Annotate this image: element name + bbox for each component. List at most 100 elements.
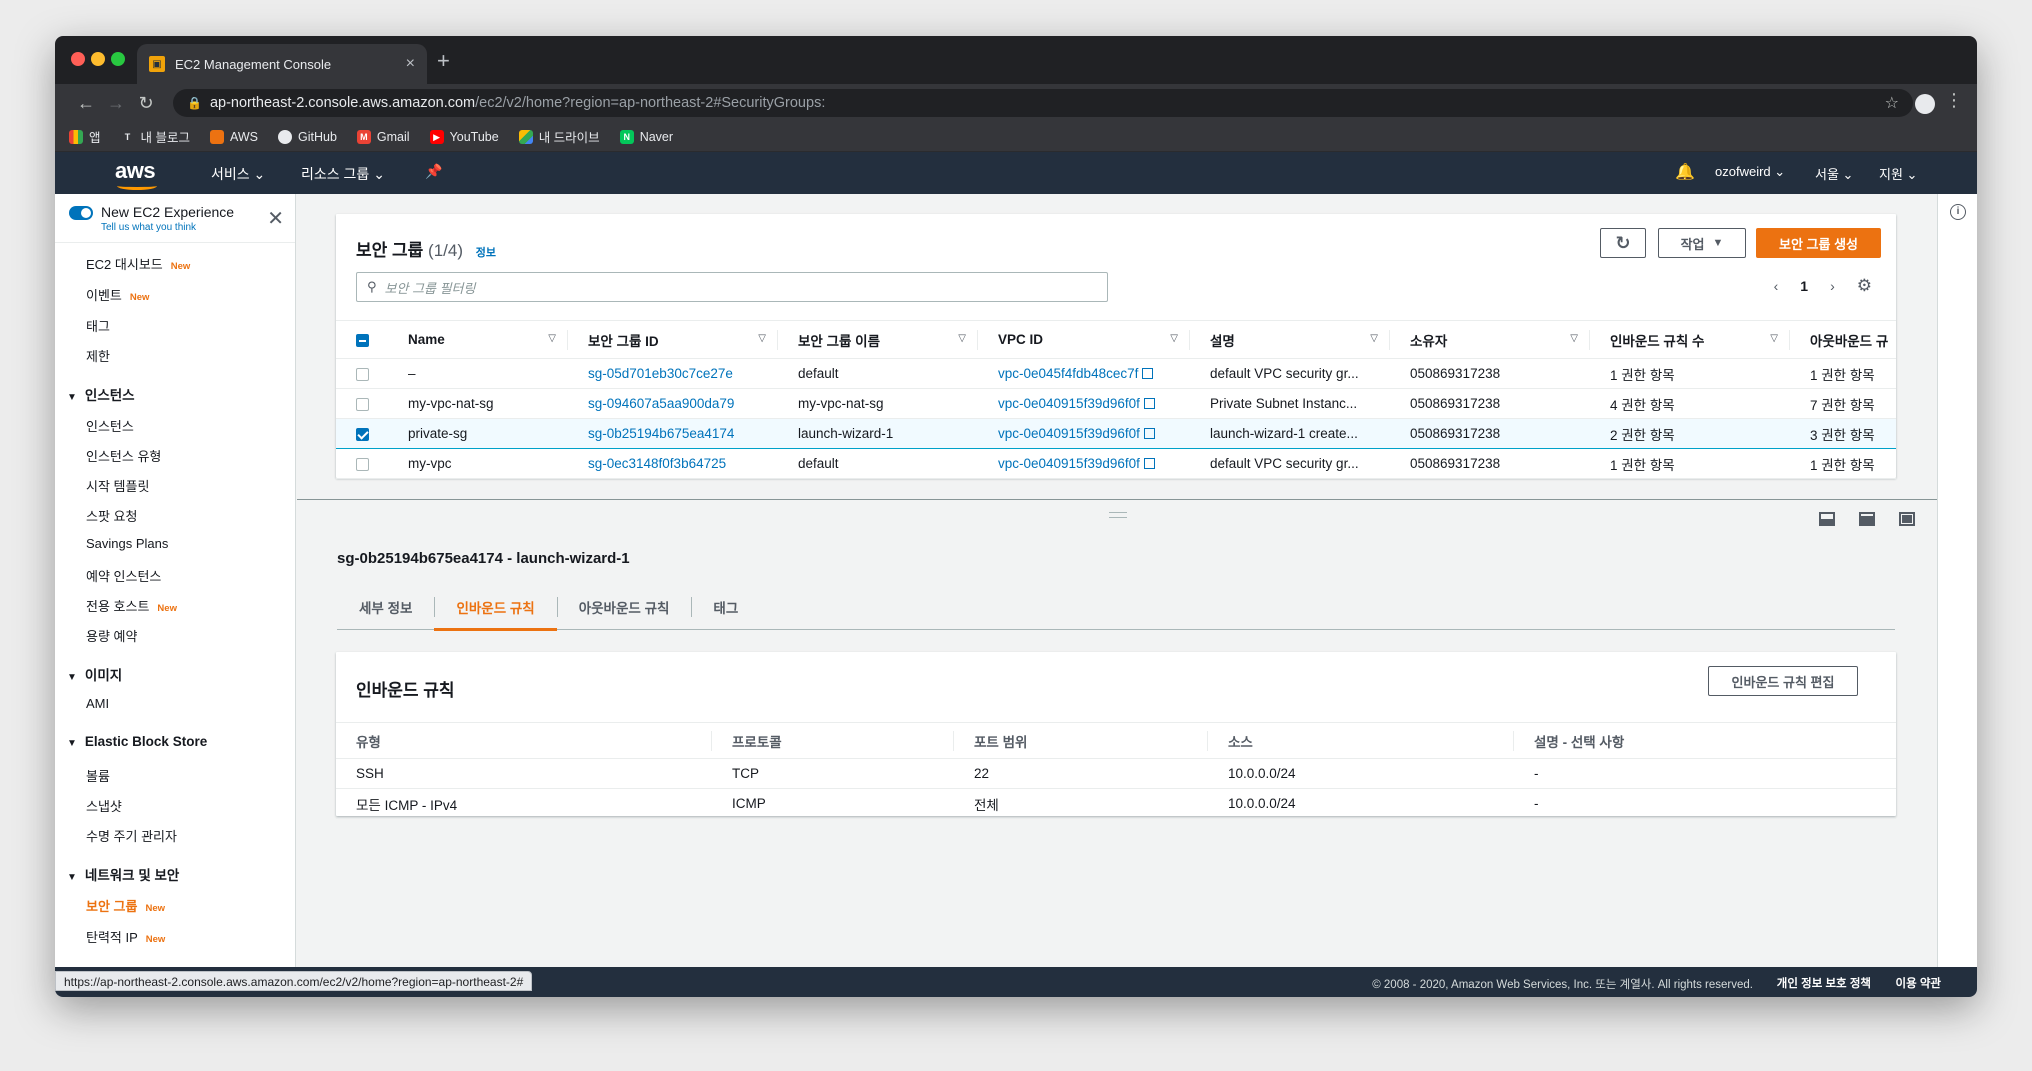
filter-input[interactable]: ⚲ 보안 그룹 필터링 bbox=[356, 272, 1108, 302]
tab-inbound-rules[interactable]: 인바운드 규칙 bbox=[434, 584, 558, 631]
user-menu[interactable]: ozofweird ⌄ bbox=[1715, 164, 1785, 180]
refresh-button[interactable]: ↻ bbox=[1600, 228, 1646, 258]
security-group-id-link[interactable]: sg-0b25194b675ea4174 bbox=[588, 426, 734, 441]
layout-bottom-half-icon[interactable] bbox=[1859, 512, 1875, 526]
layout-bottom-small-icon[interactable] bbox=[1819, 512, 1835, 526]
bookmark-aws[interactable]: AWS bbox=[210, 129, 258, 144]
tab-outbound-rules[interactable]: 아웃바운드 규칙 bbox=[556, 584, 692, 630]
sidebar-item-security-groups[interactable]: 보안 그룹 New bbox=[86, 896, 165, 915]
row-checkbox[interactable] bbox=[356, 397, 369, 411]
chevron-right-icon[interactable]: › bbox=[1830, 278, 1835, 294]
bell-icon[interactable]: 🔔 bbox=[1675, 162, 1695, 182]
bookmark-blog[interactable]: T내 블로그 bbox=[121, 127, 190, 146]
terms-link[interactable]: 이용 약관 bbox=[1895, 975, 1941, 991]
sidebar-item-launch-templates[interactable]: 시작 템플릿 bbox=[86, 476, 149, 495]
sidebar-item-spot-requests[interactable]: 스팟 요청 bbox=[86, 506, 137, 525]
table-row[interactable]: private-sg sg-0b25194b675ea4174 launch-wiz… bbox=[336, 418, 1896, 449]
sidebar-item-tags[interactable]: 태그 bbox=[86, 316, 110, 335]
sidebar-item-savings-plans[interactable]: Savings Plans bbox=[86, 536, 168, 551]
bookmark-drive[interactable]: 내 드라이브 bbox=[518, 127, 600, 146]
forward-arrow-icon[interactable]: → bbox=[101, 93, 131, 114]
row-checkbox[interactable] bbox=[356, 427, 369, 441]
sidebar-section-instances[interactable]: ▼ 인스턴스 bbox=[67, 384, 135, 404]
pin-icon[interactable]: 📌 bbox=[425, 163, 442, 180]
vpc-id-link[interactable]: vpc-0e040915f39d96f0f bbox=[998, 426, 1140, 441]
table-row[interactable]: – sg-05d701eb30c7ce27e default vpc-0e045f4f… bbox=[336, 358, 1896, 389]
sidebar-item-dedicated-hosts[interactable]: 전용 호스트 New bbox=[86, 596, 177, 615]
back-arrow-icon[interactable]: ← bbox=[71, 93, 101, 114]
extension-icon[interactable] bbox=[1915, 94, 1935, 114]
page-number[interactable]: 1 bbox=[1800, 278, 1808, 294]
sidebar-item-snapshots[interactable]: 스냅샷 bbox=[86, 796, 122, 815]
minimize-window-button[interactable] bbox=[91, 52, 105, 66]
close-icon[interactable]: ✕ bbox=[267, 206, 284, 231]
tab-details[interactable]: 세부 정보 bbox=[337, 584, 434, 630]
info-icon[interactable]: i bbox=[1950, 204, 1966, 220]
vpc-id-link[interactable]: vpc-0e040915f39d96f0f bbox=[998, 396, 1140, 411]
security-group-id-link[interactable]: sg-0ec3148f0f3b64725 bbox=[588, 456, 726, 471]
security-group-id-link[interactable]: sg-094607a5aa900da79 bbox=[588, 396, 734, 411]
sidebar-item-capacity-reservations[interactable]: 용량 예약 bbox=[86, 626, 137, 645]
actions-button[interactable]: 작업 ▼ bbox=[1658, 228, 1746, 258]
row-checkbox[interactable] bbox=[356, 457, 369, 471]
column-header-name[interactable]: Name ▽ bbox=[388, 320, 568, 359]
security-group-id-link[interactable]: sg-05d701eb30c7ce27e bbox=[588, 366, 733, 381]
bookmark-gmail[interactable]: M Gmail bbox=[356, 129, 410, 144]
column-header-outbound[interactable]: 아웃바운드 규 bbox=[1790, 320, 1896, 359]
row-checkbox[interactable] bbox=[356, 367, 369, 381]
select-all-checkbox[interactable] bbox=[356, 333, 369, 347]
bookmark-youtube[interactable]: ▶ YouTube bbox=[429, 129, 499, 144]
column-header-owner[interactable]: 소유자 ▽ bbox=[1390, 320, 1590, 359]
column-header-description[interactable]: 설명 ▽ bbox=[1190, 320, 1390, 359]
create-security-group-button[interactable]: 보안 그룹 생성 bbox=[1756, 228, 1881, 258]
close-window-button[interactable] bbox=[71, 52, 85, 66]
vpc-id-link[interactable]: vpc-0e040915f39d96f0f bbox=[998, 456, 1140, 471]
sidebar-section-ebs[interactable]: ▼ Elastic Block Store bbox=[67, 734, 207, 749]
bookmark-star-icon[interactable]: ☆ bbox=[1885, 93, 1899, 113]
sidebar-item-reserved-instances[interactable]: 예약 인스턴스 bbox=[86, 566, 161, 585]
sidebar-item-instance-types[interactable]: 인스턴스 유형 bbox=[86, 446, 161, 465]
sidebar-section-network[interactable]: ▼ 네트워크 및 보안 bbox=[67, 864, 179, 884]
column-header-id[interactable]: 보안 그룹 ID ▽ bbox=[568, 320, 778, 359]
sidebar-section-images[interactable]: ▼ 이미지 bbox=[67, 664, 122, 684]
vpc-id-link[interactable]: vpc-0e045f4fdb48cec7f bbox=[998, 366, 1138, 381]
support-menu[interactable]: 지원 ⌄ bbox=[1879, 164, 1917, 183]
sidebar-item-elastic-ip[interactable]: 탄력적 IP New bbox=[86, 927, 165, 946]
chevron-left-icon[interactable]: ‹ bbox=[1774, 278, 1779, 294]
sidebar-item-instances[interactable]: 인스턴스 bbox=[86, 416, 134, 435]
new-tab-icon[interactable]: + bbox=[437, 48, 450, 74]
info-link[interactable]: 정보 bbox=[476, 247, 496, 259]
services-menu[interactable]: 서비스 ⌄ bbox=[211, 164, 265, 184]
gear-icon[interactable]: ⚙ bbox=[1857, 276, 1872, 296]
region-menu[interactable]: 서울 ⌄ bbox=[1815, 164, 1853, 183]
bookmark-apps[interactable]: 앱 bbox=[69, 127, 101, 146]
reload-icon[interactable]: ↻ bbox=[131, 93, 161, 114]
sidebar-item-events[interactable]: 이벤트 New bbox=[86, 285, 149, 304]
split-divider[interactable] bbox=[297, 499, 1937, 500]
sidebar-item-ami[interactable]: AMI bbox=[86, 696, 109, 711]
aws-logo[interactable]: aws bbox=[115, 158, 157, 190]
feedback-link[interactable]: Tell us what you think bbox=[101, 222, 196, 233]
tab-tags[interactable]: 태그 bbox=[691, 584, 760, 630]
layout-full-icon[interactable] bbox=[1899, 512, 1915, 526]
bookmark-naver[interactable]: N Naver bbox=[619, 129, 673, 144]
url-input[interactable]: 🔒 ap-northeast-2.console.aws.amazon.com/… bbox=[173, 89, 1913, 117]
resize-handle-icon[interactable] bbox=[1109, 512, 1127, 518]
table-row[interactable]: my-vpc-nat-sg sg-094607a5aa900da79 my-vpc-… bbox=[336, 388, 1896, 419]
table-row[interactable]: my-vpc sg-0ec3148f0f3b64725 default vpc-0e0… bbox=[336, 448, 1896, 479]
new-experience-toggle[interactable] bbox=[69, 206, 93, 220]
browser-menu-icon[interactable]: ⋮ bbox=[1945, 90, 1963, 111]
sidebar-item-volumes[interactable]: 볼륨 bbox=[86, 766, 110, 785]
column-header-inbound[interactable]: 인바운드 규칙 수 ▽ bbox=[1590, 320, 1790, 359]
sidebar-item-limits[interactable]: 제한 bbox=[86, 346, 110, 365]
browser-tab[interactable]: ▣ EC2 Management Console × bbox=[137, 44, 427, 84]
column-header-vpc[interactable]: VPC ID ▽ bbox=[978, 320, 1190, 359]
edit-inbound-rules-button[interactable]: 인바운드 규칙 편집 bbox=[1708, 666, 1858, 696]
privacy-link[interactable]: 개인 정보 보호 정책 bbox=[1777, 975, 1871, 991]
bookmark-github[interactable]: GitHub bbox=[278, 129, 337, 144]
sidebar-item-dashboard[interactable]: EC2 대시보드 New bbox=[86, 254, 190, 273]
column-header-group-name[interactable]: 보안 그룹 이름 ▽ bbox=[778, 320, 978, 359]
resource-groups-menu[interactable]: 리소스 그룹 ⌄ bbox=[301, 164, 385, 184]
maximize-window-button[interactable] bbox=[111, 52, 125, 66]
close-tab-icon[interactable]: × bbox=[406, 55, 415, 73]
